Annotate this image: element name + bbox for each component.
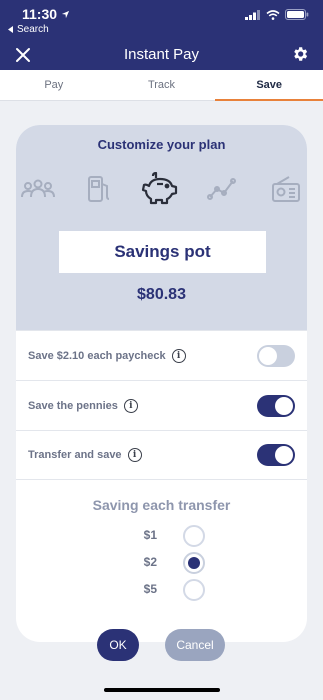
- battery-icon: [285, 9, 309, 20]
- status-time: 11:30: [22, 6, 70, 22]
- signal-icon: [245, 9, 260, 20]
- home-indicator: [104, 688, 220, 692]
- radio-row-1: $1: [16, 524, 307, 548]
- tab-save[interactable]: Save: [215, 70, 323, 101]
- toggle-knob: [275, 446, 293, 464]
- gear-icon: [294, 47, 308, 61]
- tab-pay[interactable]: Pay: [0, 70, 108, 100]
- option-label-text: Save the pennies: [28, 399, 118, 412]
- page-title: Instant Pay: [123, 46, 200, 63]
- back-triangle-icon: [8, 26, 13, 33]
- plan-type-carousel: [16, 169, 307, 213]
- radio-button-5[interactable]: [183, 579, 205, 601]
- info-icon[interactable]: i: [123, 398, 138, 413]
- option-label: Save $2.10 each paycheck i: [28, 348, 186, 363]
- option-label-text: Transfer and save: [28, 449, 122, 461]
- toggle-knob: [259, 346, 277, 365]
- wifi-icon: [266, 9, 280, 20]
- back-label: Search: [17, 24, 49, 35]
- settings-button[interactable]: [289, 43, 311, 65]
- option-row-pennies: Save the pennies i: [16, 380, 307, 430]
- plan-title: Customize your plan: [97, 137, 226, 152]
- radio-button-2[interactable]: [183, 552, 205, 574]
- location-arrow-icon: [61, 10, 70, 18]
- ok-button[interactable]: OK: [97, 629, 139, 661]
- radio-button-1[interactable]: [183, 525, 205, 547]
- radio-icon[interactable]: [266, 169, 306, 209]
- info-icon[interactable]: i: [127, 448, 142, 462]
- option-label: Transfer and save i: [28, 448, 142, 462]
- info-icon[interactable]: i: [171, 348, 186, 363]
- plan-card: Customize your plan Savings pot $80.83 S…: [16, 125, 307, 642]
- back-to-search[interactable]: Search: [8, 24, 49, 35]
- radio-label: $2: [143, 555, 157, 569]
- toggle-transfer-and-save[interactable]: [257, 444, 295, 466]
- trend-line-icon[interactable]: [202, 169, 242, 209]
- radio-label: $5: [143, 582, 157, 596]
- option-row-transfer: Transfer and save i: [16, 430, 307, 480]
- tab-track[interactable]: Track: [108, 70, 216, 100]
- option-label: Save the pennies i: [28, 398, 138, 413]
- status-icons: [245, 9, 309, 20]
- radio-row-5: $5: [16, 578, 307, 602]
- option-label-text: Save $2.10 each paycheck: [28, 349, 166, 362]
- status-time-text: 11:30: [22, 6, 58, 22]
- savings-pot-amount: $80.83: [137, 286, 186, 303]
- toggle-save-each-paycheck[interactable]: [257, 344, 295, 367]
- radio-row-2: $2: [16, 551, 307, 575]
- fuel-pump-icon[interactable]: [79, 169, 119, 209]
- piggy-bank-icon[interactable]: [140, 169, 180, 209]
- toggle-save-the-pennies[interactable]: [257, 394, 295, 417]
- people-icon[interactable]: [18, 169, 58, 209]
- top-bar: 11:30 Search Instant Pay: [0, 0, 323, 70]
- radio-label: $1: [143, 528, 157, 542]
- savings-pot-name[interactable]: Savings pot: [59, 231, 266, 273]
- saving-each-transfer-title: Saving each transfer: [92, 497, 231, 513]
- toggle-knob: [275, 396, 293, 415]
- cancel-button[interactable]: Cancel: [165, 629, 225, 661]
- plan-header-panel: Customize your plan Savings pot $80.83: [16, 125, 307, 330]
- tab-bar: Pay Track Save: [0, 70, 323, 101]
- option-row-paycheck: Save $2.10 each paycheck i: [16, 330, 307, 380]
